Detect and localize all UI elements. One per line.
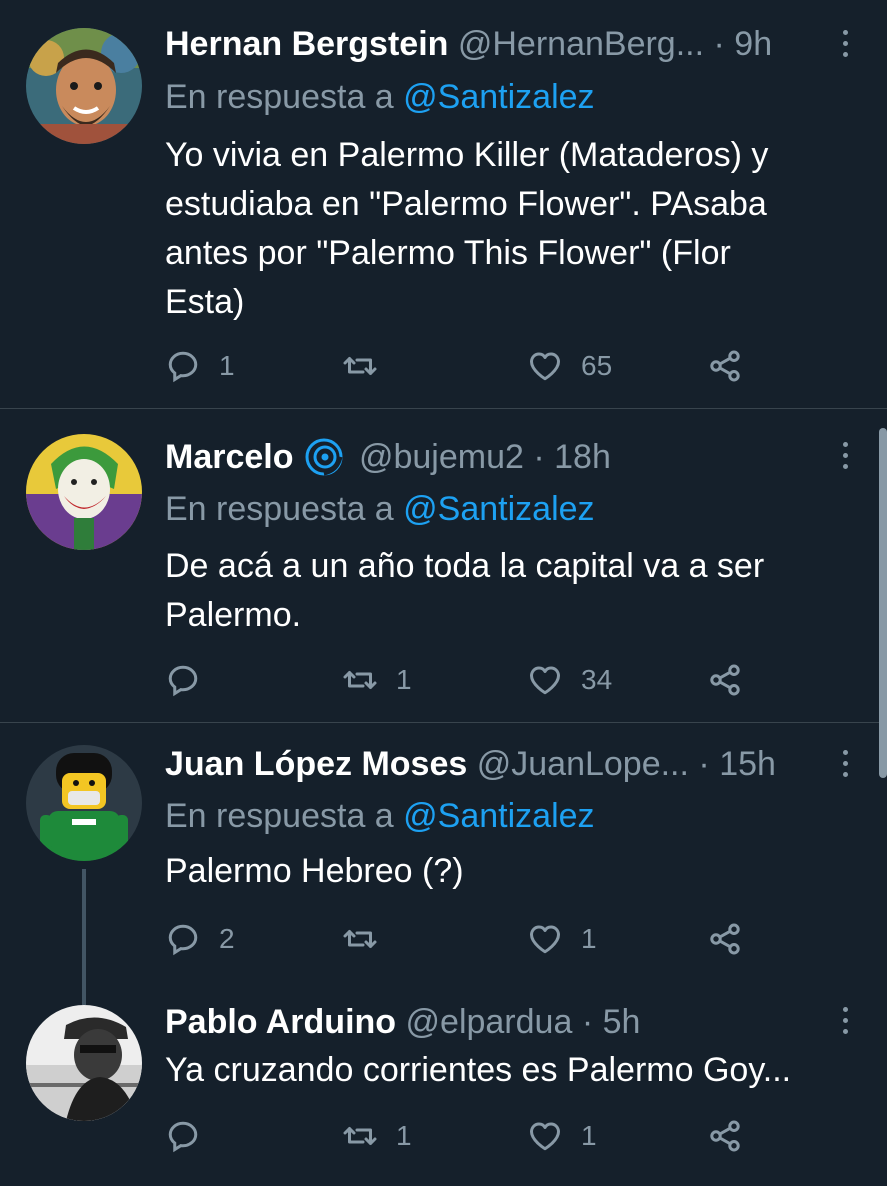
retweet-button[interactable] [342,919,396,959]
reply-icon [168,665,198,697]
reply-prefix: En respuesta a [165,490,394,528]
action-bar: 1 65 [165,346,765,386]
retweet-count: 1 [396,1120,412,1151]
tweet-text: Palermo Hebreo (?) [165,852,464,890]
like-count: 34 [581,664,613,695]
tweet-header: Hernan Bergstein @HernanBerg... · 9h [165,22,817,66]
retweet-icon [343,1127,377,1145]
share-icon [710,923,740,955]
display-name[interactable]: Pablo Arduino [165,1003,396,1041]
heart-icon [530,666,560,695]
tweet-header: Marcelo @bujemu2 · 18h [165,435,817,479]
like-count: 1 [581,1120,597,1151]
tweet-header: Juan López Moses @JuanLope... · 15h [165,742,817,786]
timestamp[interactable]: 15h [719,745,776,783]
display-name[interactable]: Marcelo [165,438,294,476]
more-options-icon[interactable] [835,1007,855,1041]
heart-icon [530,1122,560,1151]
share-button[interactable] [707,1116,761,1156]
timestamp[interactable]: 5h [603,1003,641,1041]
timestamp[interactable]: 18h [554,438,611,476]
reply-context: En respuesta a @Santizalez [165,487,595,531]
tweet[interactable]: Pablo Arduino @elpardua · 5h Ya cruzando… [0,993,887,1186]
tweet-text: Yo vivia en Palermo Killer (Mataderos) y… [165,136,769,321]
reply-context: En respuesta a @Santizalez [165,75,595,119]
reply-icon [168,924,198,956]
scrollbar[interactable] [879,428,887,778]
separator: · [713,25,725,63]
action-bar: 1 34 [165,660,765,700]
heart-icon [530,352,560,381]
tweet-text: De acá a un año toda la capital va a ser… [165,547,765,634]
retweet-count: 1 [396,664,412,695]
share-button[interactable] [707,660,761,700]
mention-link[interactable]: @Santizalez [403,490,594,528]
replies-feed: Hernan Bergstein @HernanBerg... · 9h En … [0,0,887,1186]
reply-context: En respuesta a @Santizalez [165,794,595,838]
retweet-icon [343,930,377,948]
username[interactable]: @JuanLope... [477,745,689,783]
share-icon [710,350,740,382]
share-button[interactable] [707,919,761,959]
username[interactable]: @HernanBerg... [458,25,704,63]
username[interactable]: @bujemu2 [359,438,524,476]
tweet[interactable]: Marcelo @bujemu2 · 18h En respuesta a @S… [0,409,887,722]
reply-count: 1 [219,350,235,381]
reply-prefix: En respuesta a [165,78,394,116]
tweet[interactable]: Juan López Moses @JuanLope... · 15h En r… [0,723,887,993]
retweet-button[interactable]: 1 [342,1116,412,1156]
reply-count: 2 [219,923,235,954]
reply-button[interactable]: 1 [165,346,235,386]
avatar[interactable] [26,434,142,550]
avatar[interactable] [26,28,142,144]
share-icon [710,664,740,696]
swirl-badge-icon [305,438,342,476]
timestamp[interactable]: 9h [734,25,772,63]
reply-icon [168,1121,198,1153]
reply-prefix: En respuesta a [165,797,394,835]
like-button[interactable]: 1 [527,1116,597,1156]
retweet-button[interactable]: 1 [342,660,412,700]
more-options-icon[interactable] [835,442,855,476]
retweet-icon [343,357,377,375]
action-bar: 1 1 [165,1116,765,1156]
action-bar: 2 1 [165,919,765,959]
avatar[interactable] [26,1005,142,1121]
retweet-button[interactable] [342,346,396,386]
reply-button[interactable] [165,660,219,700]
reply-button[interactable] [165,1116,219,1156]
like-count: 65 [581,350,613,381]
username[interactable]: @elpardua [406,1003,573,1041]
more-options-icon[interactable] [835,750,855,784]
like-button[interactable]: 1 [527,919,597,959]
like-button[interactable]: 34 [527,660,612,700]
like-count: 1 [581,923,597,954]
mention-link[interactable]: @Santizalez [403,797,594,835]
share-button[interactable] [707,346,761,386]
separator: · [533,438,545,476]
display-name[interactable]: Juan López Moses [165,745,467,783]
separator: · [581,1003,594,1041]
avatar[interactable] [26,745,142,861]
more-options-icon[interactable] [835,30,855,64]
separator: · [698,745,710,783]
reply-icon [168,351,198,383]
tweet-text: Ya cruzando corrientes es Palermo Goy... [165,1051,792,1089]
reply-button[interactable]: 2 [165,919,235,959]
heart-icon [530,925,560,954]
mention-link[interactable]: @Santizalez [403,78,594,116]
display-name[interactable]: Hernan Bergstein [165,25,448,63]
retweet-icon [343,671,377,689]
tweet[interactable]: Hernan Bergstein @HernanBerg... · 9h En … [0,0,887,408]
tweet-header: Pablo Arduino @elpardua · 5h [165,1000,817,1044]
share-icon [710,1120,740,1152]
like-button[interactable]: 65 [527,346,612,386]
thread-line [82,869,86,993]
thread-line [82,993,86,1005]
